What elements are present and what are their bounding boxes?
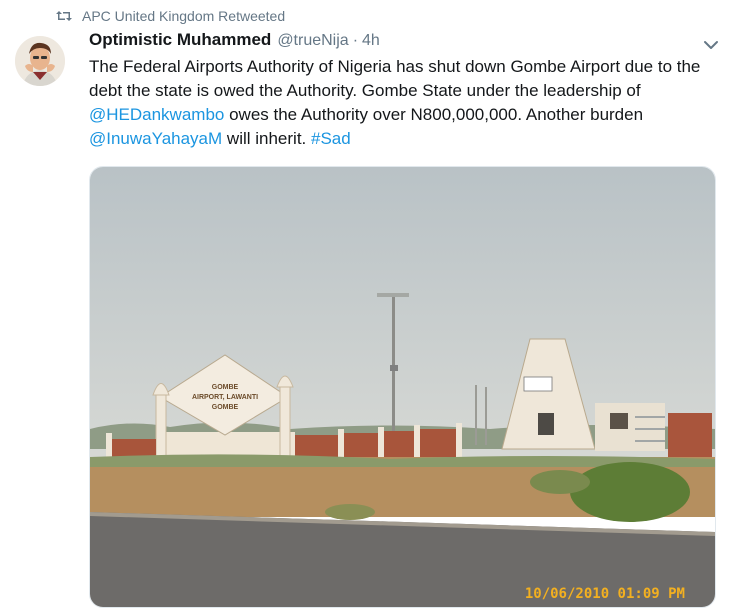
sign-line-1: GOMBE: [212, 384, 239, 391]
tweet-header: Optimistic Muhammed @trueNija · 4h: [89, 30, 380, 50]
tweet-text-part: owes the Authority over N800,000,000. An…: [224, 105, 644, 124]
author-handle[interactable]: @trueNija: [277, 32, 348, 50]
mention-link[interactable]: @HEDankwambo: [89, 105, 224, 124]
mention-link[interactable]: @InuwaYahayaM: [89, 129, 222, 148]
tweet-text-part: The Federal Airports Authority of Nigeri…: [89, 57, 701, 100]
tweet-text: The Federal Airports Authority of Nigeri…: [89, 55, 717, 151]
sign-line-3: GOMBE: [212, 404, 239, 411]
tweet-photo[interactable]: GOMBE AIRPORT, LAWANTI GOMBE 10/06/2010 …: [89, 166, 716, 608]
sign-line-2: AIRPORT, LAWANTI: [192, 394, 258, 401]
hashtag-link[interactable]: #Sad: [311, 129, 351, 148]
avatar[interactable]: [15, 36, 65, 86]
retweet-label: APC United Kingdom Retweeted: [82, 8, 286, 24]
retweet-context[interactable]: APC United Kingdom Retweeted: [56, 6, 285, 26]
tweet-text-part: will inherit.: [222, 129, 311, 148]
chevron-down-icon[interactable]: [702, 36, 720, 54]
author-name[interactable]: Optimistic Muhammed: [89, 30, 271, 50]
retweet-icon: [56, 11, 72, 21]
photo-date-stamp: 10/06/2010 01:09 PM: [524, 586, 685, 602]
separator-dot: ·: [352, 32, 359, 49]
tweet-timestamp[interactable]: 4h: [362, 32, 380, 50]
